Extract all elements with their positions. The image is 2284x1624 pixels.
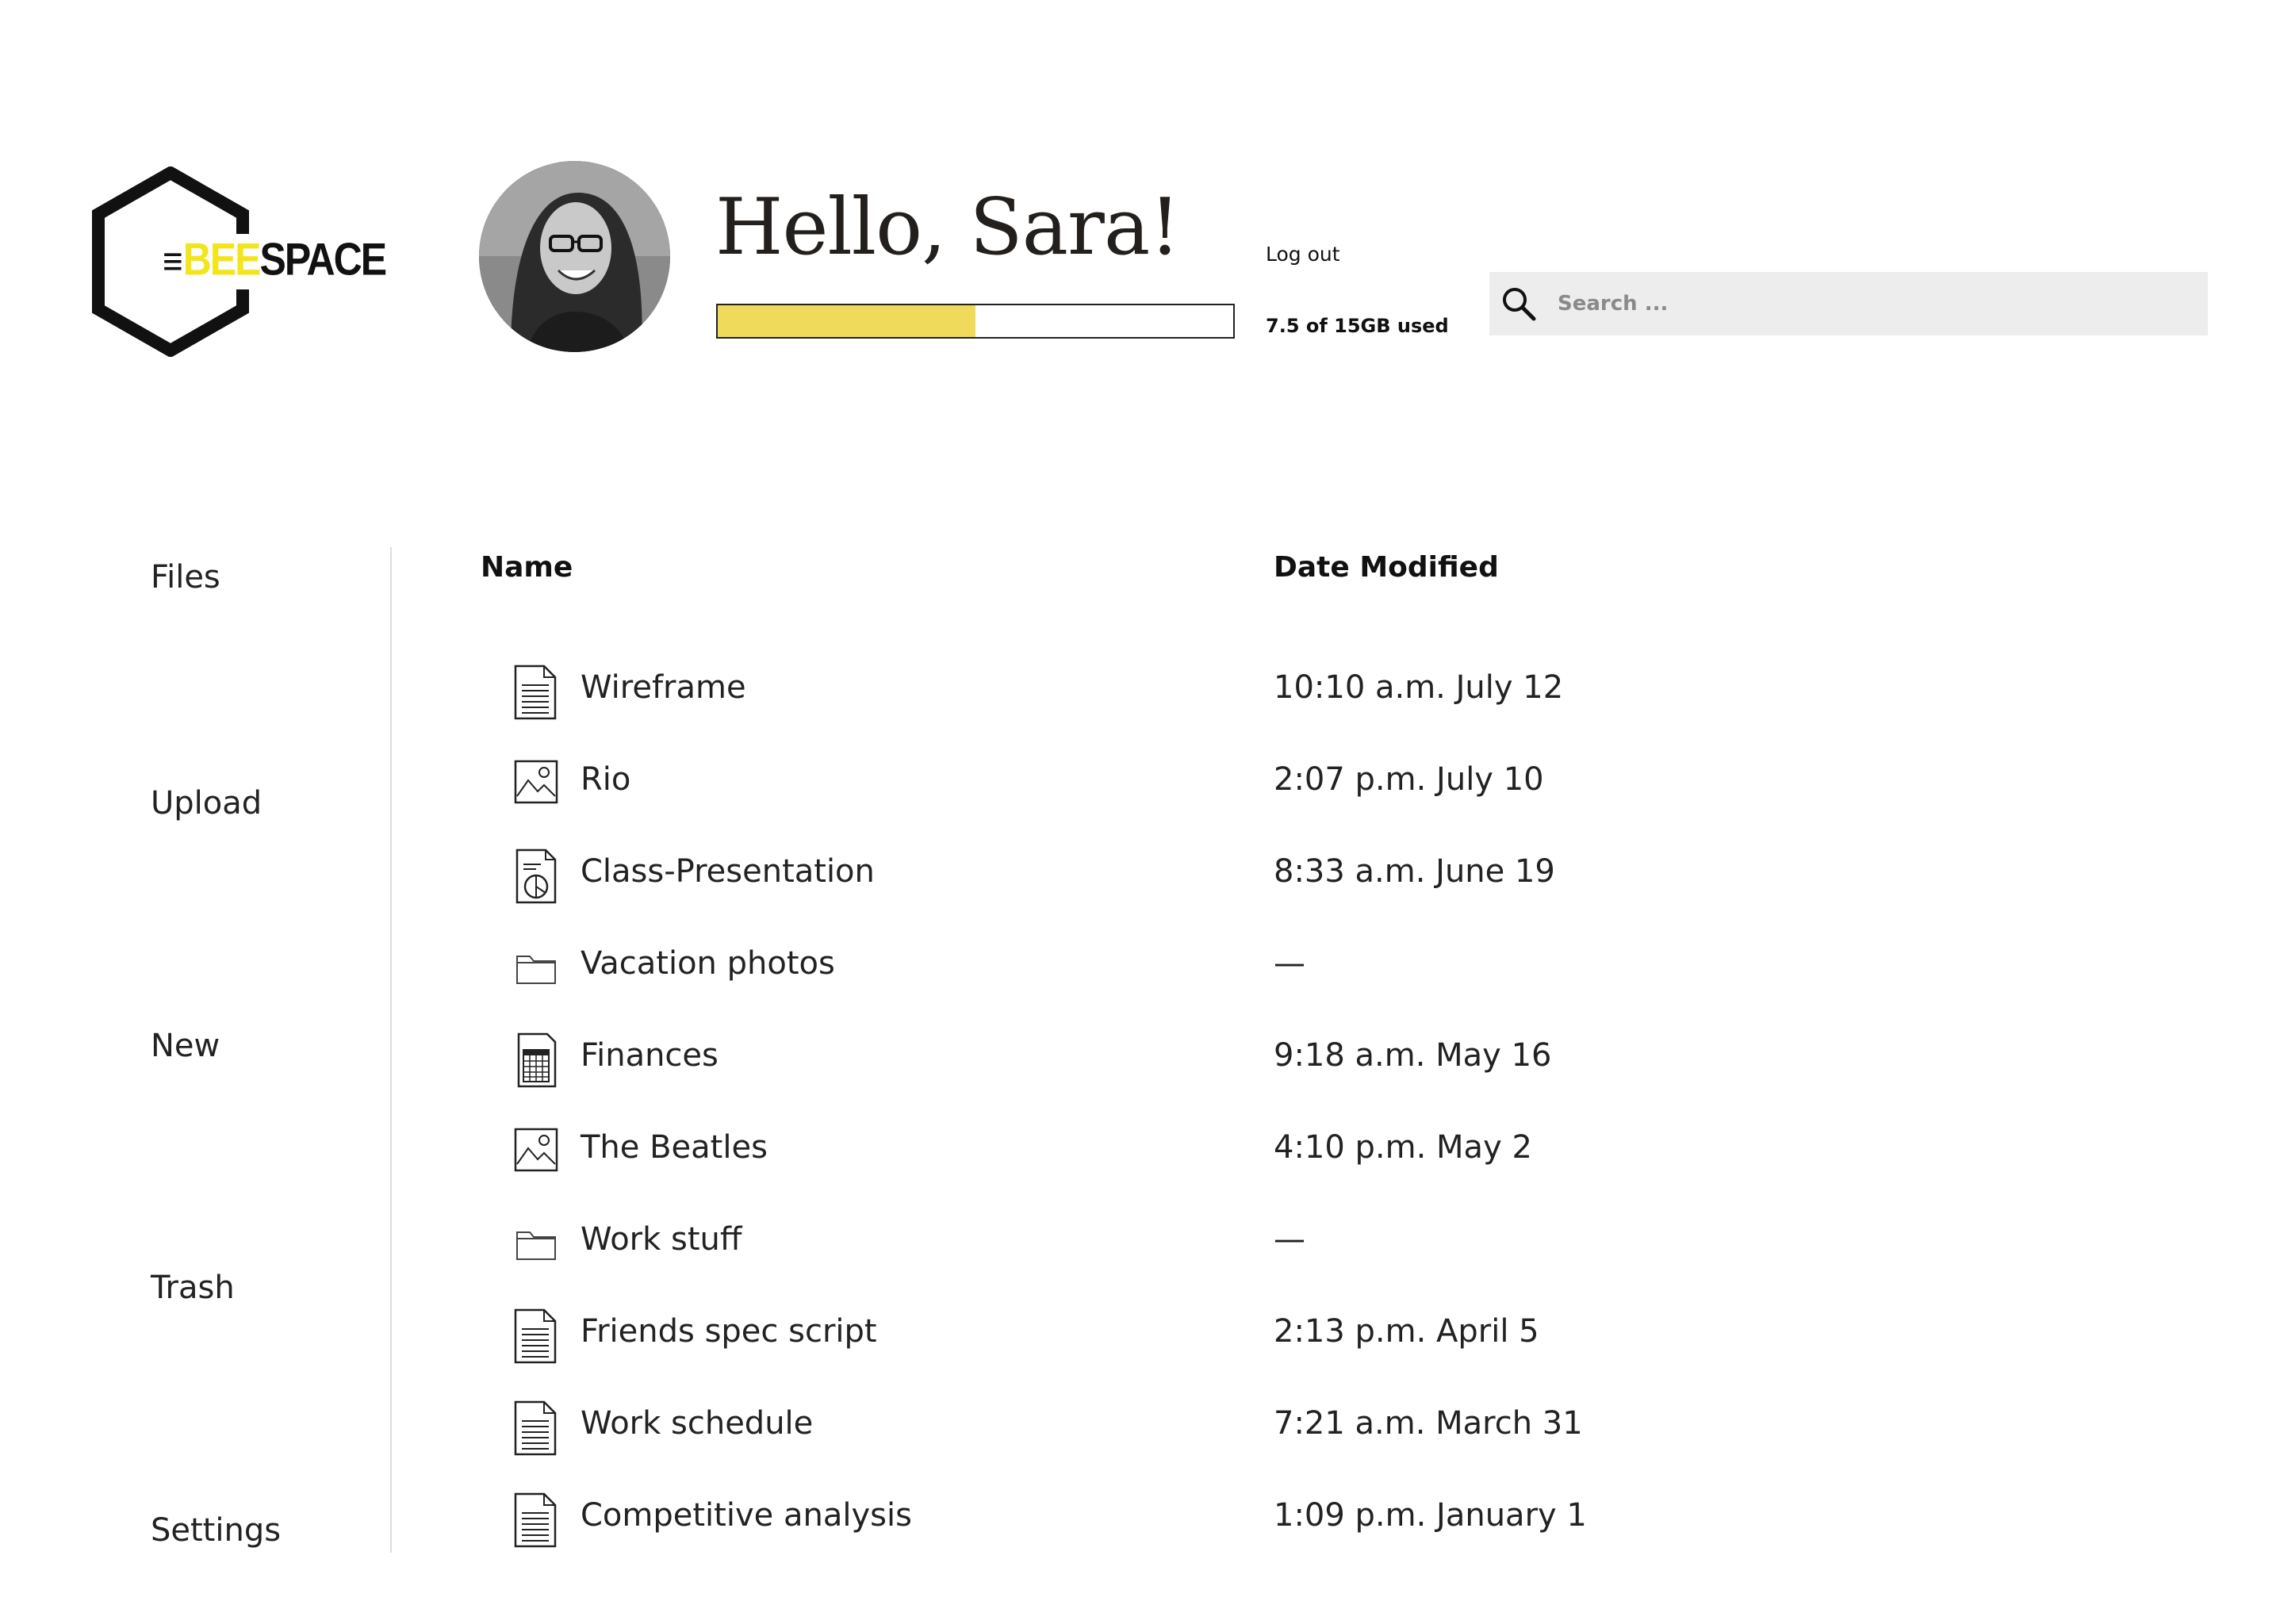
spreadsheet-icon (517, 1032, 557, 1088)
file-row[interactable]: Vacation photos — (508, 939, 1856, 1010)
folder-icon (516, 1231, 556, 1260)
search-input[interactable] (1558, 292, 2176, 316)
file-date-modified: — (1274, 1221, 1305, 1258)
column-header-date-modified[interactable]: Date Modified (1274, 551, 1499, 584)
menu-lines-icon: ≡ (163, 239, 183, 285)
file-row[interactable]: The Beatles 4:10 p.m. May 2 (508, 1123, 1856, 1194)
sidebar-item-settings[interactable]: Settings (151, 1512, 281, 1549)
file-name: Friends spec script (581, 1313, 877, 1350)
greeting-title: Hello, Sara! (715, 182, 1181, 273)
logo-wordmark: ≡BEESPACE (163, 233, 387, 285)
file-date-modified: 10:10 a.m. July 12 (1274, 669, 1564, 706)
file-date-modified: 2:13 p.m. April 5 (1274, 1313, 1539, 1350)
image-icon (514, 760, 558, 804)
file-date-modified: 8:33 a.m. June 19 (1274, 853, 1555, 890)
file-row[interactable]: Wireframe 10:10 a.m. July 12 (508, 663, 1856, 734)
file-row[interactable]: Rio 2:07 p.m. July 10 (508, 755, 1856, 826)
file-row[interactable]: Work schedule 7:21 a.m. March 31 (508, 1399, 1856, 1470)
file-date-modified: 9:18 a.m. May 16 (1274, 1037, 1552, 1074)
sidebar-item-new[interactable]: New (151, 1028, 220, 1064)
file-date-modified: — (1274, 945, 1305, 982)
file-name: Rio (581, 761, 631, 798)
file-row[interactable]: Finances 9:18 a.m. May 16 (508, 1031, 1856, 1102)
file-name: Competitive analysis (581, 1497, 912, 1534)
file-name: The Beatles (581, 1129, 768, 1166)
page: ≡BEESPACE Hello, Sara! Log out 7.5 of 15… (0, 0, 2284, 1624)
storage-progress-bar (716, 304, 1235, 339)
document-icon (514, 1492, 557, 1548)
file-row[interactable]: Work stuff — (508, 1215, 1856, 1286)
sidebar-item-trash[interactable]: Trash (151, 1270, 235, 1306)
avatar-photo-icon (479, 161, 670, 352)
file-row[interactable]: Competitive analysis 1:09 p.m. January 1 (508, 1491, 1856, 1562)
file-row[interactable]: Class-Presentation 8:33 a.m. June 19 (508, 847, 1856, 918)
file-name: Vacation photos (581, 945, 835, 982)
beespace-logo[interactable]: ≡BEESPACE (87, 167, 387, 365)
file-name: Work schedule (581, 1405, 814, 1442)
file-name: Work stuff (581, 1221, 742, 1258)
document-icon (514, 1308, 557, 1364)
file-name: Class-Presentation (581, 853, 875, 890)
storage-progress-fill (718, 305, 975, 337)
sidebar-item-upload[interactable]: Upload (151, 785, 262, 822)
folder-icon (516, 956, 556, 984)
document-icon (514, 1400, 557, 1456)
file-date-modified: 4:10 p.m. May 2 (1274, 1129, 1532, 1166)
file-date-modified: 7:21 a.m. March 31 (1274, 1405, 1583, 1442)
presentation-icon (515, 848, 557, 904)
file-date-modified: 1:09 p.m. January 1 (1274, 1497, 1587, 1534)
file-row[interactable]: Friends spec script 2:13 p.m. April 5 (508, 1307, 1856, 1378)
sidebar-divider (390, 547, 392, 1553)
logout-link[interactable]: Log out (1266, 243, 1340, 266)
image-icon (514, 1128, 558, 1172)
file-name: Wireframe (581, 669, 746, 706)
file-date-modified: 2:07 p.m. July 10 (1274, 761, 1544, 798)
column-header-name[interactable]: Name (481, 551, 573, 584)
user-avatar[interactable] (479, 161, 670, 352)
search-bar[interactable] (1489, 272, 2208, 335)
file-name: Finances (581, 1037, 719, 1074)
storage-usage-text: 7.5 of 15GB used (1266, 315, 1449, 337)
sidebar-item-files[interactable]: Files (151, 559, 220, 596)
search-icon[interactable] (1500, 285, 1537, 322)
document-icon (514, 665, 557, 720)
